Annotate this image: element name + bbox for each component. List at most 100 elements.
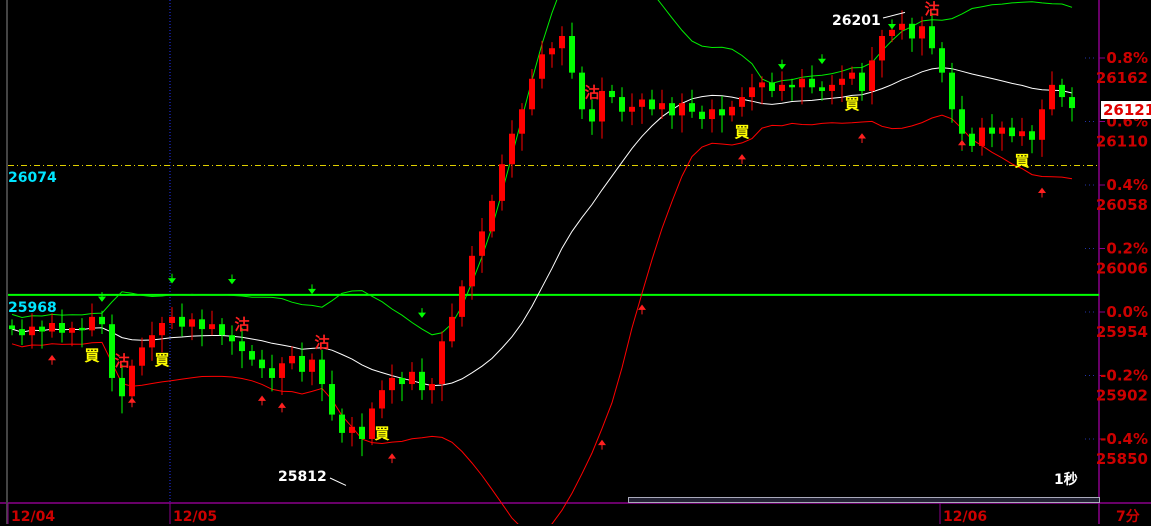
candle-body (909, 23, 915, 39)
candle (719, 95, 725, 133)
candle-body (869, 60, 875, 91)
candle-body (79, 327, 85, 331)
candle (399, 371, 405, 402)
high-annotation: 26201 (832, 13, 881, 29)
interval-label[interactable]: 7分 (1116, 506, 1140, 526)
candle (269, 354, 275, 392)
candle (799, 68, 805, 105)
candle-body (259, 359, 265, 369)
candle-body (1069, 97, 1075, 109)
candle (969, 127, 975, 153)
candle (769, 72, 775, 98)
candle (979, 117, 985, 156)
candle (329, 370, 335, 421)
candle (869, 46, 875, 105)
candle (119, 364, 125, 414)
buy-signal: 買 (1014, 152, 1029, 170)
buy-signal: 買 (734, 123, 749, 141)
y-tick-pct-label: 0.2% (1106, 239, 1148, 257)
down-arrow-icon (168, 273, 176, 284)
y-tick-price-label: 25902 (1096, 387, 1148, 405)
candle-body (679, 103, 685, 116)
candle-body (719, 109, 725, 116)
candle (599, 77, 605, 139)
candle (899, 10, 905, 40)
candle-body (319, 359, 325, 385)
candle (309, 353, 315, 386)
candle (449, 303, 455, 348)
candle (339, 408, 345, 443)
candle-body (19, 329, 25, 336)
candle-body (229, 335, 235, 342)
sell-signal: 沽 (114, 352, 129, 370)
candle (929, 12, 935, 55)
candle-body (29, 326, 35, 336)
sell-signal: 沽 (314, 334, 329, 352)
candle (439, 331, 445, 402)
candle-body (979, 127, 985, 146)
candle (39, 320, 45, 349)
up-arrow-icon (738, 154, 746, 164)
candle (249, 344, 255, 366)
candle (1029, 125, 1035, 154)
candle-body (299, 355, 305, 372)
candle (789, 78, 795, 101)
low-pointer-line (329, 477, 347, 486)
candle (69, 321, 75, 347)
candle-body (609, 90, 615, 98)
candle (89, 303, 95, 337)
candle-body (549, 48, 555, 55)
candle-body (589, 109, 595, 122)
candle (759, 76, 765, 105)
candle (1049, 71, 1055, 116)
candle (559, 26, 565, 66)
candle (829, 75, 835, 105)
candle (909, 17, 915, 52)
candle-body (669, 103, 675, 116)
candle-body (519, 109, 525, 134)
y-tick-pct-label: 0.0% (1106, 303, 1148, 321)
candle-body (639, 99, 645, 107)
candle (989, 114, 995, 148)
y-tick-pct-label: 0.4% (1106, 176, 1148, 194)
candle-body (769, 82, 775, 91)
candle (199, 309, 205, 347)
candle (179, 303, 185, 337)
up-arrow-icon (858, 133, 866, 144)
candle-body (709, 109, 715, 120)
candle-body (999, 127, 1005, 134)
up-arrow-icon (638, 304, 646, 315)
y-tick-price-label: 26162 (1096, 69, 1148, 87)
candle-body (339, 414, 345, 433)
candle (389, 364, 395, 404)
candle-body (59, 322, 65, 333)
candle (679, 93, 685, 133)
candle (809, 65, 815, 94)
scrollbar[interactable] (628, 497, 1100, 503)
candle-body (89, 316, 95, 331)
y-tick-pct-label: -0.2% (1100, 367, 1148, 385)
candle-body (599, 90, 605, 122)
up-arrow-icon (958, 139, 966, 150)
candle-body (279, 363, 285, 378)
candle (629, 93, 635, 126)
down-arrow-icon (818, 54, 826, 65)
candle (849, 66, 855, 85)
candle (159, 316, 165, 353)
candle (639, 93, 645, 124)
candle-body (249, 351, 255, 360)
candle-body (419, 371, 425, 391)
candle (489, 194, 495, 238)
buy-signal: 買 (154, 351, 169, 369)
candlestick-chart: 0.8%261620.6%261100.4%260580.2%260060.0%… (0, 0, 1151, 524)
candle (549, 42, 555, 68)
sell-signal: 沽 (924, 0, 939, 18)
candle (709, 99, 715, 133)
down-arrow-icon (418, 308, 426, 318)
candle-body (829, 84, 835, 91)
candle (139, 337, 145, 376)
sell-signal: 沽 (234, 315, 249, 333)
candle-body (9, 325, 15, 330)
candle-body (989, 127, 995, 134)
candle-body (859, 72, 865, 91)
